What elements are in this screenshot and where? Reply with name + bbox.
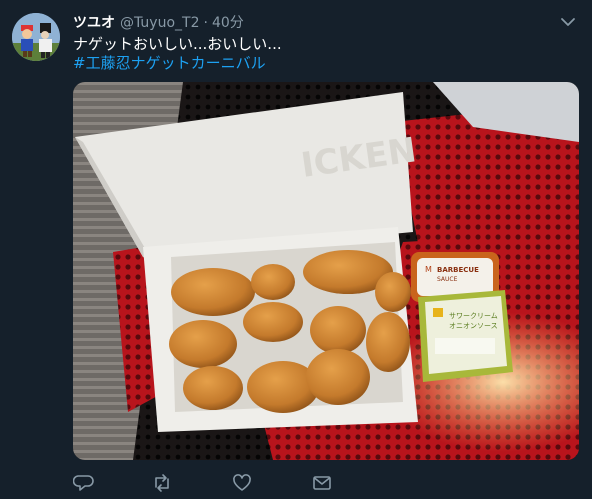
- tweet-photo[interactable]: ICKEN M BARBECUE SAUCE サワークリーム オニオンソース: [73, 82, 579, 460]
- envelope-icon[interactable]: [311, 472, 333, 494]
- retweet-icon[interactable]: [151, 472, 173, 494]
- avatar-image: [12, 13, 60, 61]
- tweet-actions: [73, 472, 373, 494]
- separator-dot: ·: [203, 15, 208, 31]
- svg-text:BARBECUE: BARBECUE: [437, 266, 479, 274]
- user-handle[interactable]: @Tuyuo_T2: [120, 15, 199, 31]
- avatar[interactable]: [12, 13, 60, 61]
- chevron-down-icon[interactable]: [560, 14, 576, 28]
- nuggets-photo: ICKEN M BARBECUE SAUCE サワークリーム オニオンソース: [73, 82, 579, 460]
- svg-text:オニオンソース: オニオンソース: [449, 322, 498, 330]
- timestamp[interactable]: 40分: [212, 12, 244, 32]
- heart-icon[interactable]: [231, 472, 253, 494]
- svg-text:SAUCE: SAUCE: [437, 276, 458, 283]
- svg-text:サワークリーム: サワークリーム: [449, 312, 498, 320]
- svg-text:M: M: [425, 265, 432, 274]
- tweet-text: ナゲットおいしい...おいしい...: [73, 35, 282, 53]
- display-name[interactable]: ツユオ: [73, 12, 115, 32]
- tweet[interactable]: ツユオ @Tuyuo_T2 · 40分 ナゲットおいしい...おいしい... #…: [0, 0, 592, 499]
- reply-icon[interactable]: [73, 472, 95, 494]
- hashtag-link[interactable]: #工藤忍ナゲットカーニバル: [73, 52, 266, 73]
- tweet-header: ツユオ @Tuyuo_T2 · 40分: [73, 12, 244, 32]
